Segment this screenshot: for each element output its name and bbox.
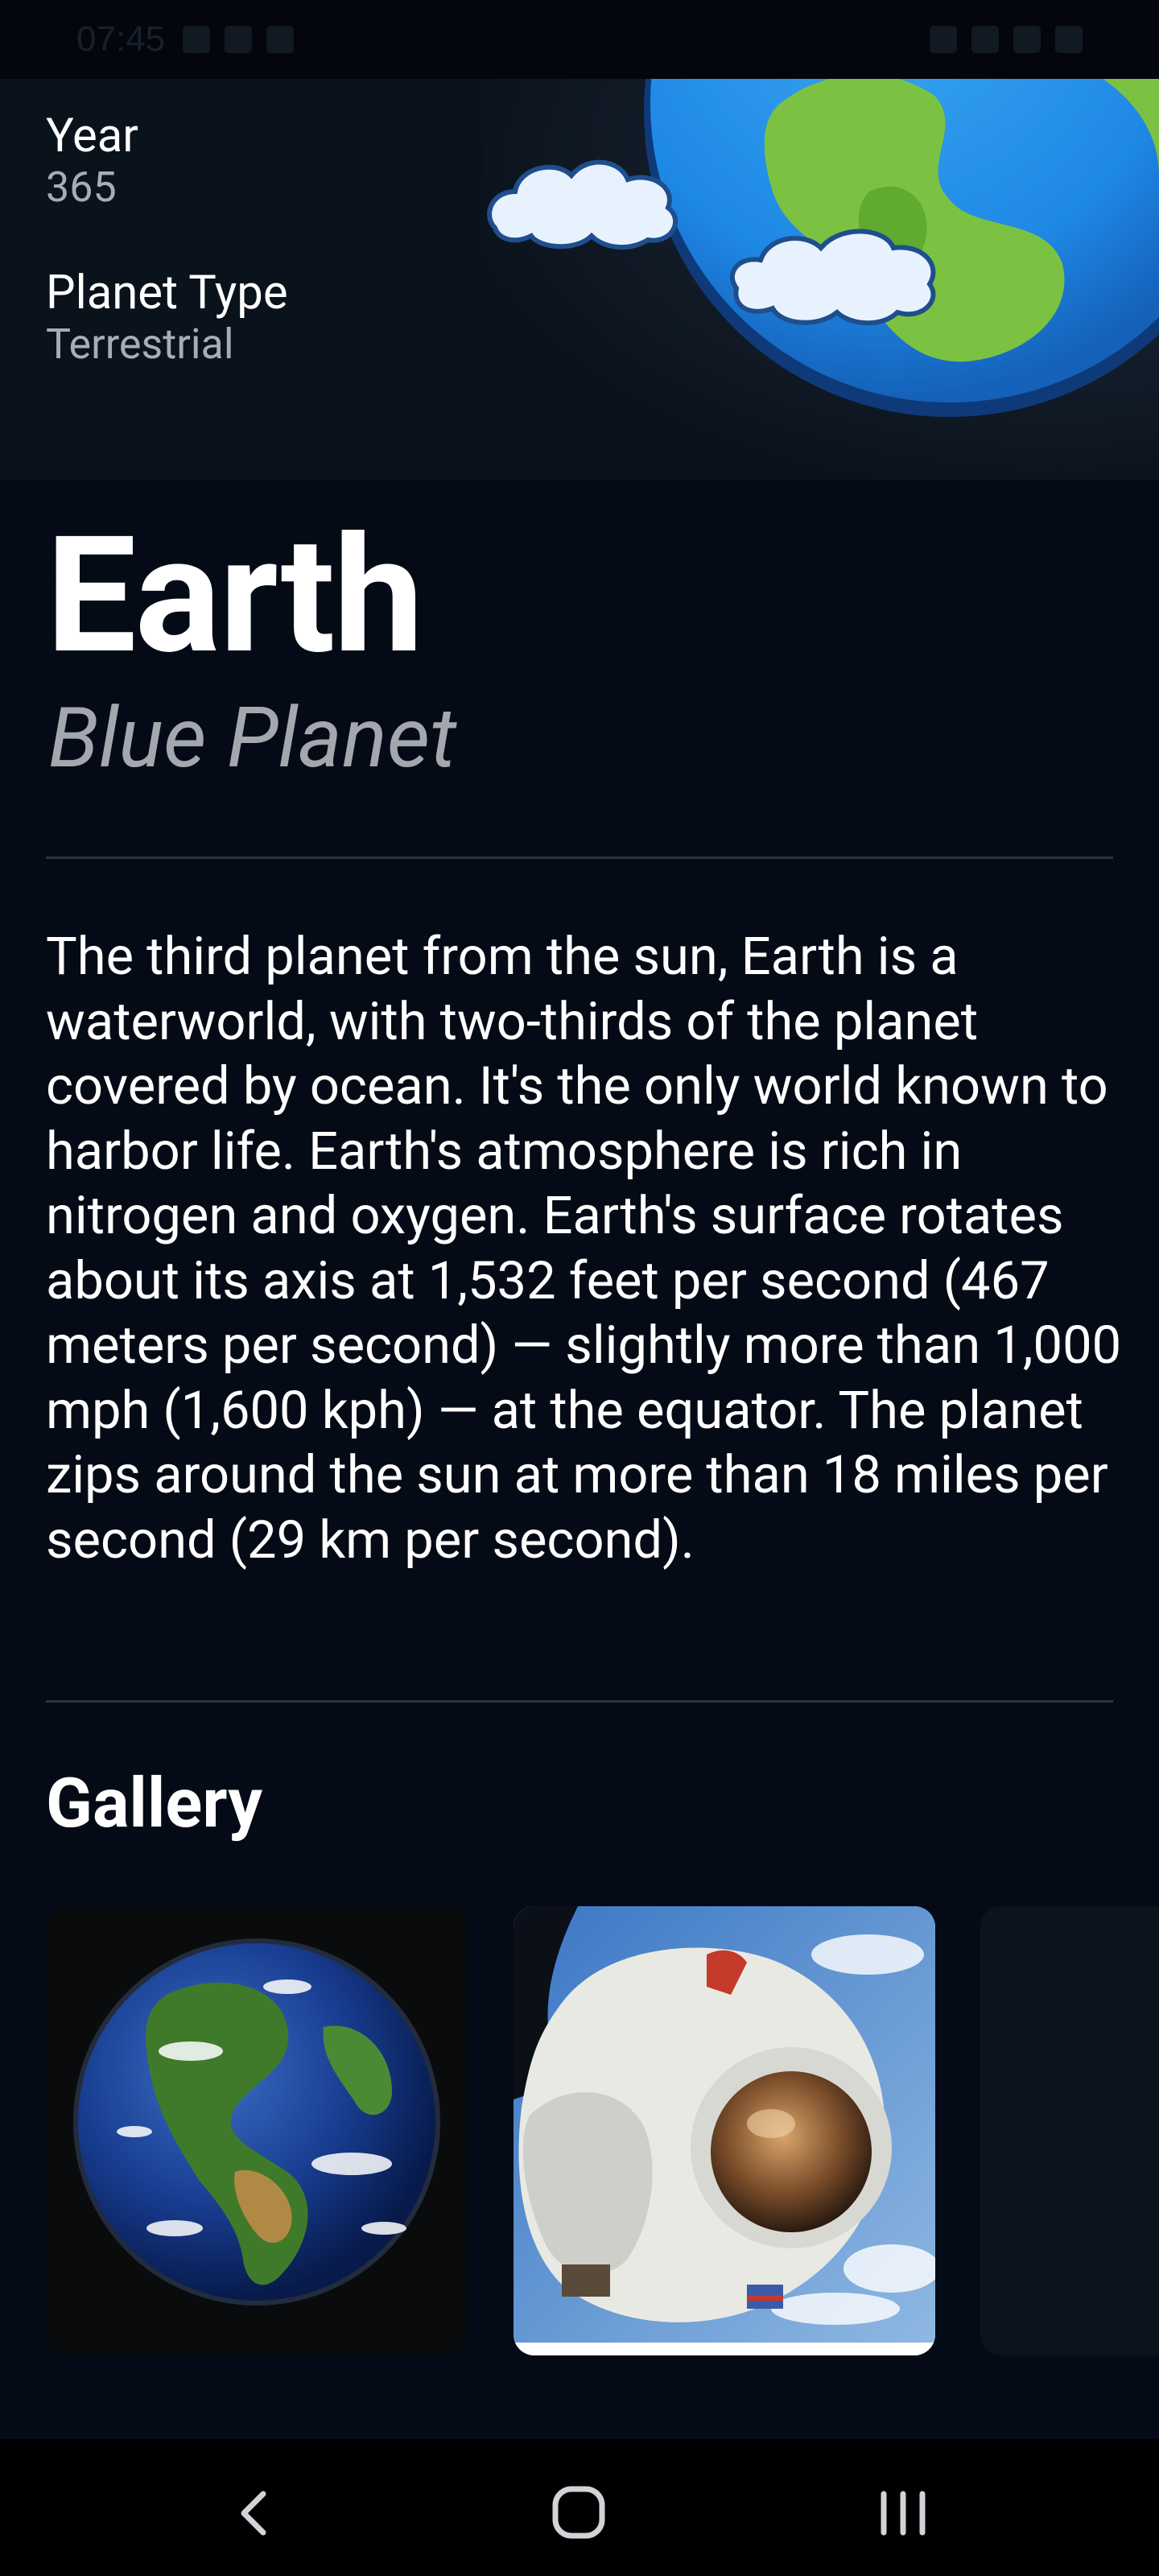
signal-icon [1013,26,1041,53]
system-nav-bar [0,2439,1159,2576]
status-bar: 07:45 [0,0,1159,79]
gallery-title: Gallery [46,1763,262,1843]
fact-year: Year 365 [46,109,138,213]
planet-nickname: Blue Planet [48,690,457,787]
planet-description: The third planet from the sun, Earth is … [46,926,1122,1571]
fact-planet-type: Planet Type Terrestrial [46,266,288,369]
notification-icons [183,26,295,53]
year-value: 365 [46,162,117,212]
planet-name: Earth [46,501,423,690]
home-circle-icon [552,2486,605,2539]
planet-detail-screen: 07:45 Year 365 Planet Type Terrestrial E… [0,0,1159,2576]
earth-illustration [483,79,1159,480]
divider [46,857,1113,859]
alarm-icon [930,26,957,53]
system-icons [930,26,1083,53]
recents-button[interactable] [855,2471,951,2552]
gallery-image-astronaut[interactable] [514,1906,935,2355]
status-time: 07:45 [76,19,166,59]
back-button[interactable] [205,2471,302,2552]
year-label: Year [46,109,138,163]
wifi-icon [971,26,999,53]
chevron-left-icon [241,2491,266,2536]
home-button[interactable] [531,2471,628,2552]
notification-icon [266,26,295,53]
planet-type-value: Terrestrial [46,319,234,369]
planet-type-label: Planet Type [46,266,288,320]
divider [46,1700,1113,1703]
gallery-image-placeholder[interactable] [980,1906,1159,2355]
gallery-image-earth[interactable] [46,1906,468,2355]
battery-icon [1055,26,1083,53]
recents-bars-icon [881,2491,926,2536]
notification-icon [183,26,211,53]
notification-icon [225,26,253,53]
